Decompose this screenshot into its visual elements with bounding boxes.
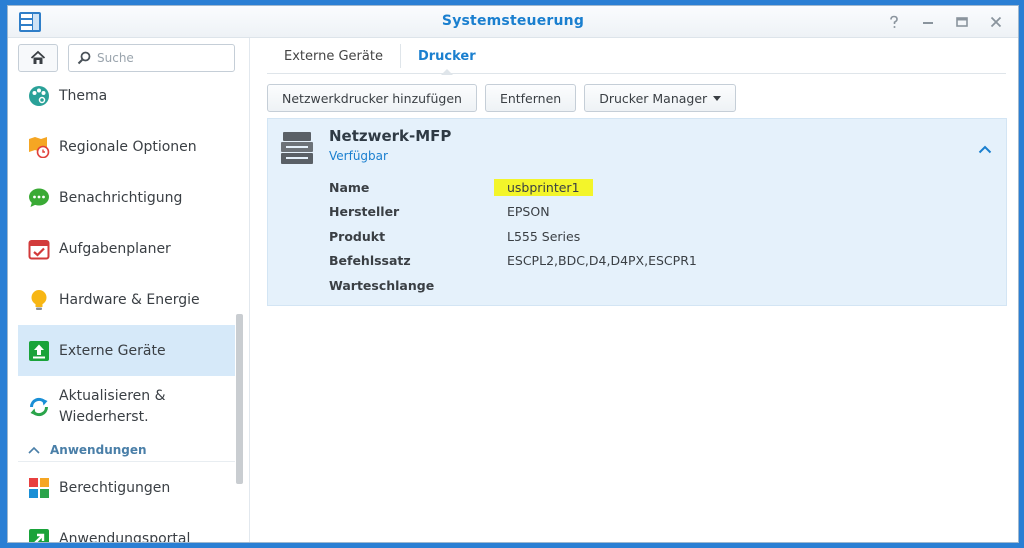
search-icon (77, 51, 91, 65)
sidebar-scrollbar[interactable] (236, 314, 243, 484)
sidebar-item-label-line2: Wiederherst. (59, 409, 149, 425)
property-row-command-set: Befehlssatz ESCPL2,BDC,D4,D4PX,ESCPR1 (329, 249, 697, 274)
help-button[interactable] (884, 12, 904, 32)
minimize-button[interactable] (918, 12, 938, 32)
printer-properties: Name usbprinter1 Hersteller EPSON Produk… (329, 175, 697, 298)
property-key: Hersteller (329, 204, 400, 220)
property-row-queue: Warteschlange (329, 273, 697, 298)
maximize-icon (956, 17, 968, 27)
property-key: Produkt (329, 228, 386, 244)
maximize-button[interactable] (952, 12, 972, 32)
chat-bubble-icon (29, 188, 49, 207)
printer-status: Verfügbar (329, 149, 388, 163)
refresh-icon (29, 397, 49, 417)
home-icon (30, 50, 46, 64)
sidebar-item-label: Regionale Optionen (59, 138, 197, 155)
sidebar-item-hardware-energy[interactable]: Hardware & Energie (18, 274, 235, 325)
remove-button[interactable]: Entfernen (484, 84, 577, 112)
close-button[interactable] (986, 12, 1006, 32)
tab-label: Externe Geräte (284, 48, 383, 64)
sidebar-item-label: Thema (59, 87, 108, 104)
property-row-name: Name usbprinter1 (329, 175, 697, 200)
property-value-command-set: ESCPL2,BDC,D4,D4PX,ESCPR1 (507, 253, 697, 269)
window-title: Systemsteuerung (441, 13, 585, 29)
sidebar-item-update-restore[interactable]: Aktualisieren & Wiederherst. (18, 376, 235, 438)
home-button[interactable] (18, 44, 58, 72)
sidebar-item-task-scheduler[interactable]: Aufgabenplaner (18, 223, 235, 274)
sidebar-item-label: Externe Geräte (59, 342, 166, 359)
collapse-button[interactable] (978, 139, 996, 157)
sidebar-item-external-devices[interactable]: Externe Geräte (18, 325, 235, 376)
tab-printer[interactable]: Drucker (401, 38, 493, 75)
property-value-name: usbprinter1 (494, 178, 593, 196)
control-panel-window: Systemsteuerung Suche Thema Regionale Op… (7, 5, 1019, 543)
property-key: Name (329, 179, 370, 195)
regional-clock-icon (29, 136, 50, 158)
sidebar-item-theme[interactable]: Thema (18, 70, 235, 121)
permissions-icon (29, 477, 49, 498)
property-value-product: L555 Series (507, 228, 581, 244)
sidebar-section-applications[interactable]: Anwendungen (18, 438, 235, 462)
sidebar-item-permissions[interactable]: Berechtigungen (18, 462, 235, 513)
property-value-manufacturer: EPSON (507, 204, 550, 220)
tab-label: Drucker (417, 48, 476, 64)
toolbar: Netzwerkdrucker hinzufügen Entfernen Dru… (267, 84, 737, 112)
search-box[interactable] (68, 44, 235, 72)
printer-manager-label: Drucker Manager (599, 90, 708, 106)
title-bar: Systemsteuerung (8, 6, 1018, 38)
sidebar-item-regional-options[interactable]: Regionale Optionen (18, 121, 235, 172)
sidebar-item-label: Anwendungsportal (59, 530, 191, 543)
printer-card[interactable]: Netzwerk-MFP Verfügbar Name usbprinter1 … (267, 118, 1007, 306)
property-row-product: Produkt L555 Series (329, 224, 697, 249)
sidebar-section-label: Anwendungen (50, 442, 147, 457)
sidebar-item-label-line1: Aktualisieren & (59, 388, 166, 404)
sidebar-item-label: Hardware & Energie (59, 291, 200, 308)
portal-arrow-icon (29, 528, 49, 542)
nav-list: Thema Regionale Optionen Benachrichtigun… (18, 70, 235, 543)
close-icon (990, 16, 1002, 28)
search-input[interactable] (97, 51, 227, 65)
add-network-printer-button[interactable]: Netzwerkdrucker hinzufügen (267, 84, 477, 112)
property-key: Warteschlange (329, 277, 435, 293)
caret-down-icon (713, 95, 722, 101)
property-row-manufacturer: Hersteller EPSON (329, 200, 697, 225)
property-key: Befehlssatz (329, 253, 411, 269)
sidebar-item-label-group: Aktualisieren & Wiederherst. (59, 386, 166, 428)
printer-icon (281, 132, 313, 164)
sidebar: Thema Regionale Optionen Benachr (8, 38, 250, 542)
sidebar-item-application-portal[interactable]: Anwendungsportal (18, 513, 235, 543)
tab-external-devices[interactable]: Externe Geräte (267, 44, 401, 68)
lightbulb-icon (31, 289, 47, 310)
chevron-up-icon (28, 446, 40, 454)
main-content: Externe Geräte Drucker Netzwerkdrucker h… (251, 38, 1018, 542)
sidebar-item-label: Benachrichtigung (59, 189, 183, 206)
sidebar-item-notification[interactable]: Benachrichtigung (18, 172, 235, 223)
sidebar-item-label: Aufgabenplaner (59, 240, 171, 257)
tab-bar: Externe Geräte Drucker (267, 38, 1006, 75)
palette-icon (29, 85, 49, 106)
external-device-icon (29, 340, 49, 361)
sidebar-item-label: Berechtigungen (59, 479, 171, 496)
chevron-up-icon (978, 145, 992, 154)
window-controls (884, 12, 1006, 32)
printer-name: Netzwerk-MFP (329, 127, 452, 145)
help-icon (890, 15, 898, 28)
printer-manager-button[interactable]: Drucker Manager (584, 84, 737, 112)
calendar-check-icon (28, 239, 50, 259)
minimize-icon (923, 22, 933, 24)
